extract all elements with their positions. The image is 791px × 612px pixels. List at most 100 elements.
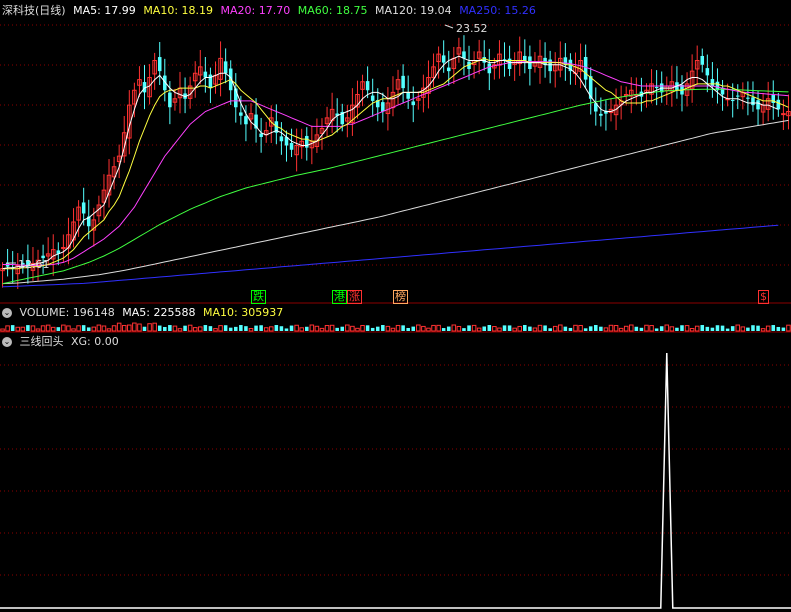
volume-bar xyxy=(735,324,741,332)
volume-bar xyxy=(771,325,776,331)
volume-bar xyxy=(213,328,218,332)
volume-bar xyxy=(289,325,294,331)
volume-bar xyxy=(86,327,91,331)
candle-body-down xyxy=(411,101,416,106)
ma250-line xyxy=(2,224,779,288)
volume-bar xyxy=(476,327,482,332)
volume-bar xyxy=(314,325,320,332)
volume-bar xyxy=(467,325,471,331)
volume-bar xyxy=(680,325,684,331)
volume-bar xyxy=(746,327,750,331)
stock-name: 深科技(日线) xyxy=(2,4,66,17)
volume-bar xyxy=(137,323,142,332)
candle-body-down xyxy=(523,55,527,61)
volume-bar xyxy=(381,325,385,331)
event-marker[interactable]: 榜 xyxy=(393,290,408,304)
volume-bar xyxy=(675,327,679,331)
volume-bar xyxy=(786,324,791,332)
candle-body-down xyxy=(365,81,370,91)
volume-bar xyxy=(101,325,107,332)
candle-body-down xyxy=(239,112,243,116)
volume-bar xyxy=(61,324,66,332)
volume-bar xyxy=(106,328,112,332)
volume-bar xyxy=(507,325,512,331)
event-marker[interactable]: 跌 xyxy=(251,290,266,304)
volume-bar xyxy=(218,325,223,332)
volume-ma10-readout: MA10: 305937 xyxy=(202,306,284,319)
volume-bar xyxy=(121,324,127,332)
volume-bar xyxy=(228,327,233,331)
volume-bar xyxy=(365,325,370,331)
volume-bar xyxy=(492,326,497,332)
candle-body-down xyxy=(751,97,755,106)
volume-bar xyxy=(234,326,238,331)
volume-bar xyxy=(248,328,254,332)
candle-body-down xyxy=(700,55,705,65)
candle-body-down xyxy=(548,59,552,72)
ma120-readout: MA120: 19.04 xyxy=(374,4,452,17)
candle-body-up xyxy=(781,113,786,116)
event-marker[interactable]: 港 xyxy=(332,290,347,304)
volume-bar xyxy=(81,325,86,331)
candle-body-down xyxy=(599,113,603,116)
volume-bar xyxy=(720,325,725,331)
volume-bar xyxy=(172,325,178,332)
ma250-readout: MA250: 15.26 xyxy=(459,4,536,17)
volume-bar xyxy=(20,326,26,332)
volume-bar xyxy=(623,325,629,332)
volume-bar xyxy=(309,324,315,332)
volume-bar xyxy=(568,327,573,331)
volume-bar xyxy=(740,326,746,332)
volume-collapse-icon[interactable]: ⌄ xyxy=(2,308,12,318)
indicator-collapse-icon[interactable]: ⌄ xyxy=(2,337,12,347)
volume-bar xyxy=(168,325,172,331)
volume-bar xyxy=(411,326,416,331)
volume-bar xyxy=(523,325,527,331)
volume-bar xyxy=(50,326,56,332)
candle-body-down xyxy=(401,75,405,89)
volume-bar xyxy=(599,326,603,331)
volume-bar xyxy=(578,324,583,332)
volume-bar xyxy=(512,327,517,332)
volume-bar xyxy=(335,327,339,331)
volume-bar xyxy=(700,325,705,331)
volume-bar xyxy=(659,326,664,331)
volume-bar xyxy=(127,324,132,332)
volume-bar xyxy=(715,325,720,331)
volume-bar xyxy=(634,326,639,331)
volume-bar xyxy=(91,326,97,332)
volume-bar xyxy=(329,324,335,332)
volume-bar xyxy=(517,325,523,332)
volume-bar xyxy=(324,325,330,332)
price-header: 深科技(日线) MA5: 17.99 MA10: 18.19 MA20: 17.… xyxy=(2,4,540,17)
volume-bar xyxy=(456,325,462,332)
ma10-readout: MA10: 18.19 xyxy=(143,4,214,17)
volume-bar xyxy=(684,325,690,332)
volume-bar xyxy=(710,327,715,331)
volume-bar xyxy=(426,327,431,332)
event-marker[interactable]: 涨 xyxy=(347,290,362,304)
candle-body-down xyxy=(370,95,375,101)
volume-bar xyxy=(654,328,659,331)
volume-bar xyxy=(319,327,325,332)
event-marker[interactable]: $ xyxy=(758,290,769,304)
candle-body-down xyxy=(406,92,410,99)
volume-bar xyxy=(537,324,543,332)
volume-bar xyxy=(664,324,670,332)
volume-bar xyxy=(781,327,786,331)
volume-bar xyxy=(223,325,228,331)
volume-bar xyxy=(694,325,700,332)
candle-body-down xyxy=(259,133,263,137)
volume-bar xyxy=(183,325,187,331)
candle-body-down xyxy=(279,136,284,142)
volume-bar xyxy=(705,326,710,331)
volume-bar xyxy=(10,325,15,331)
volume-bar xyxy=(613,325,619,332)
volume-bar xyxy=(725,328,730,331)
volume-bar xyxy=(644,324,649,332)
volume-bar xyxy=(573,324,578,332)
volume-bar xyxy=(66,325,71,332)
volume-bar xyxy=(649,325,654,332)
volume-bar xyxy=(0,328,5,332)
candle-body-down xyxy=(203,71,208,78)
